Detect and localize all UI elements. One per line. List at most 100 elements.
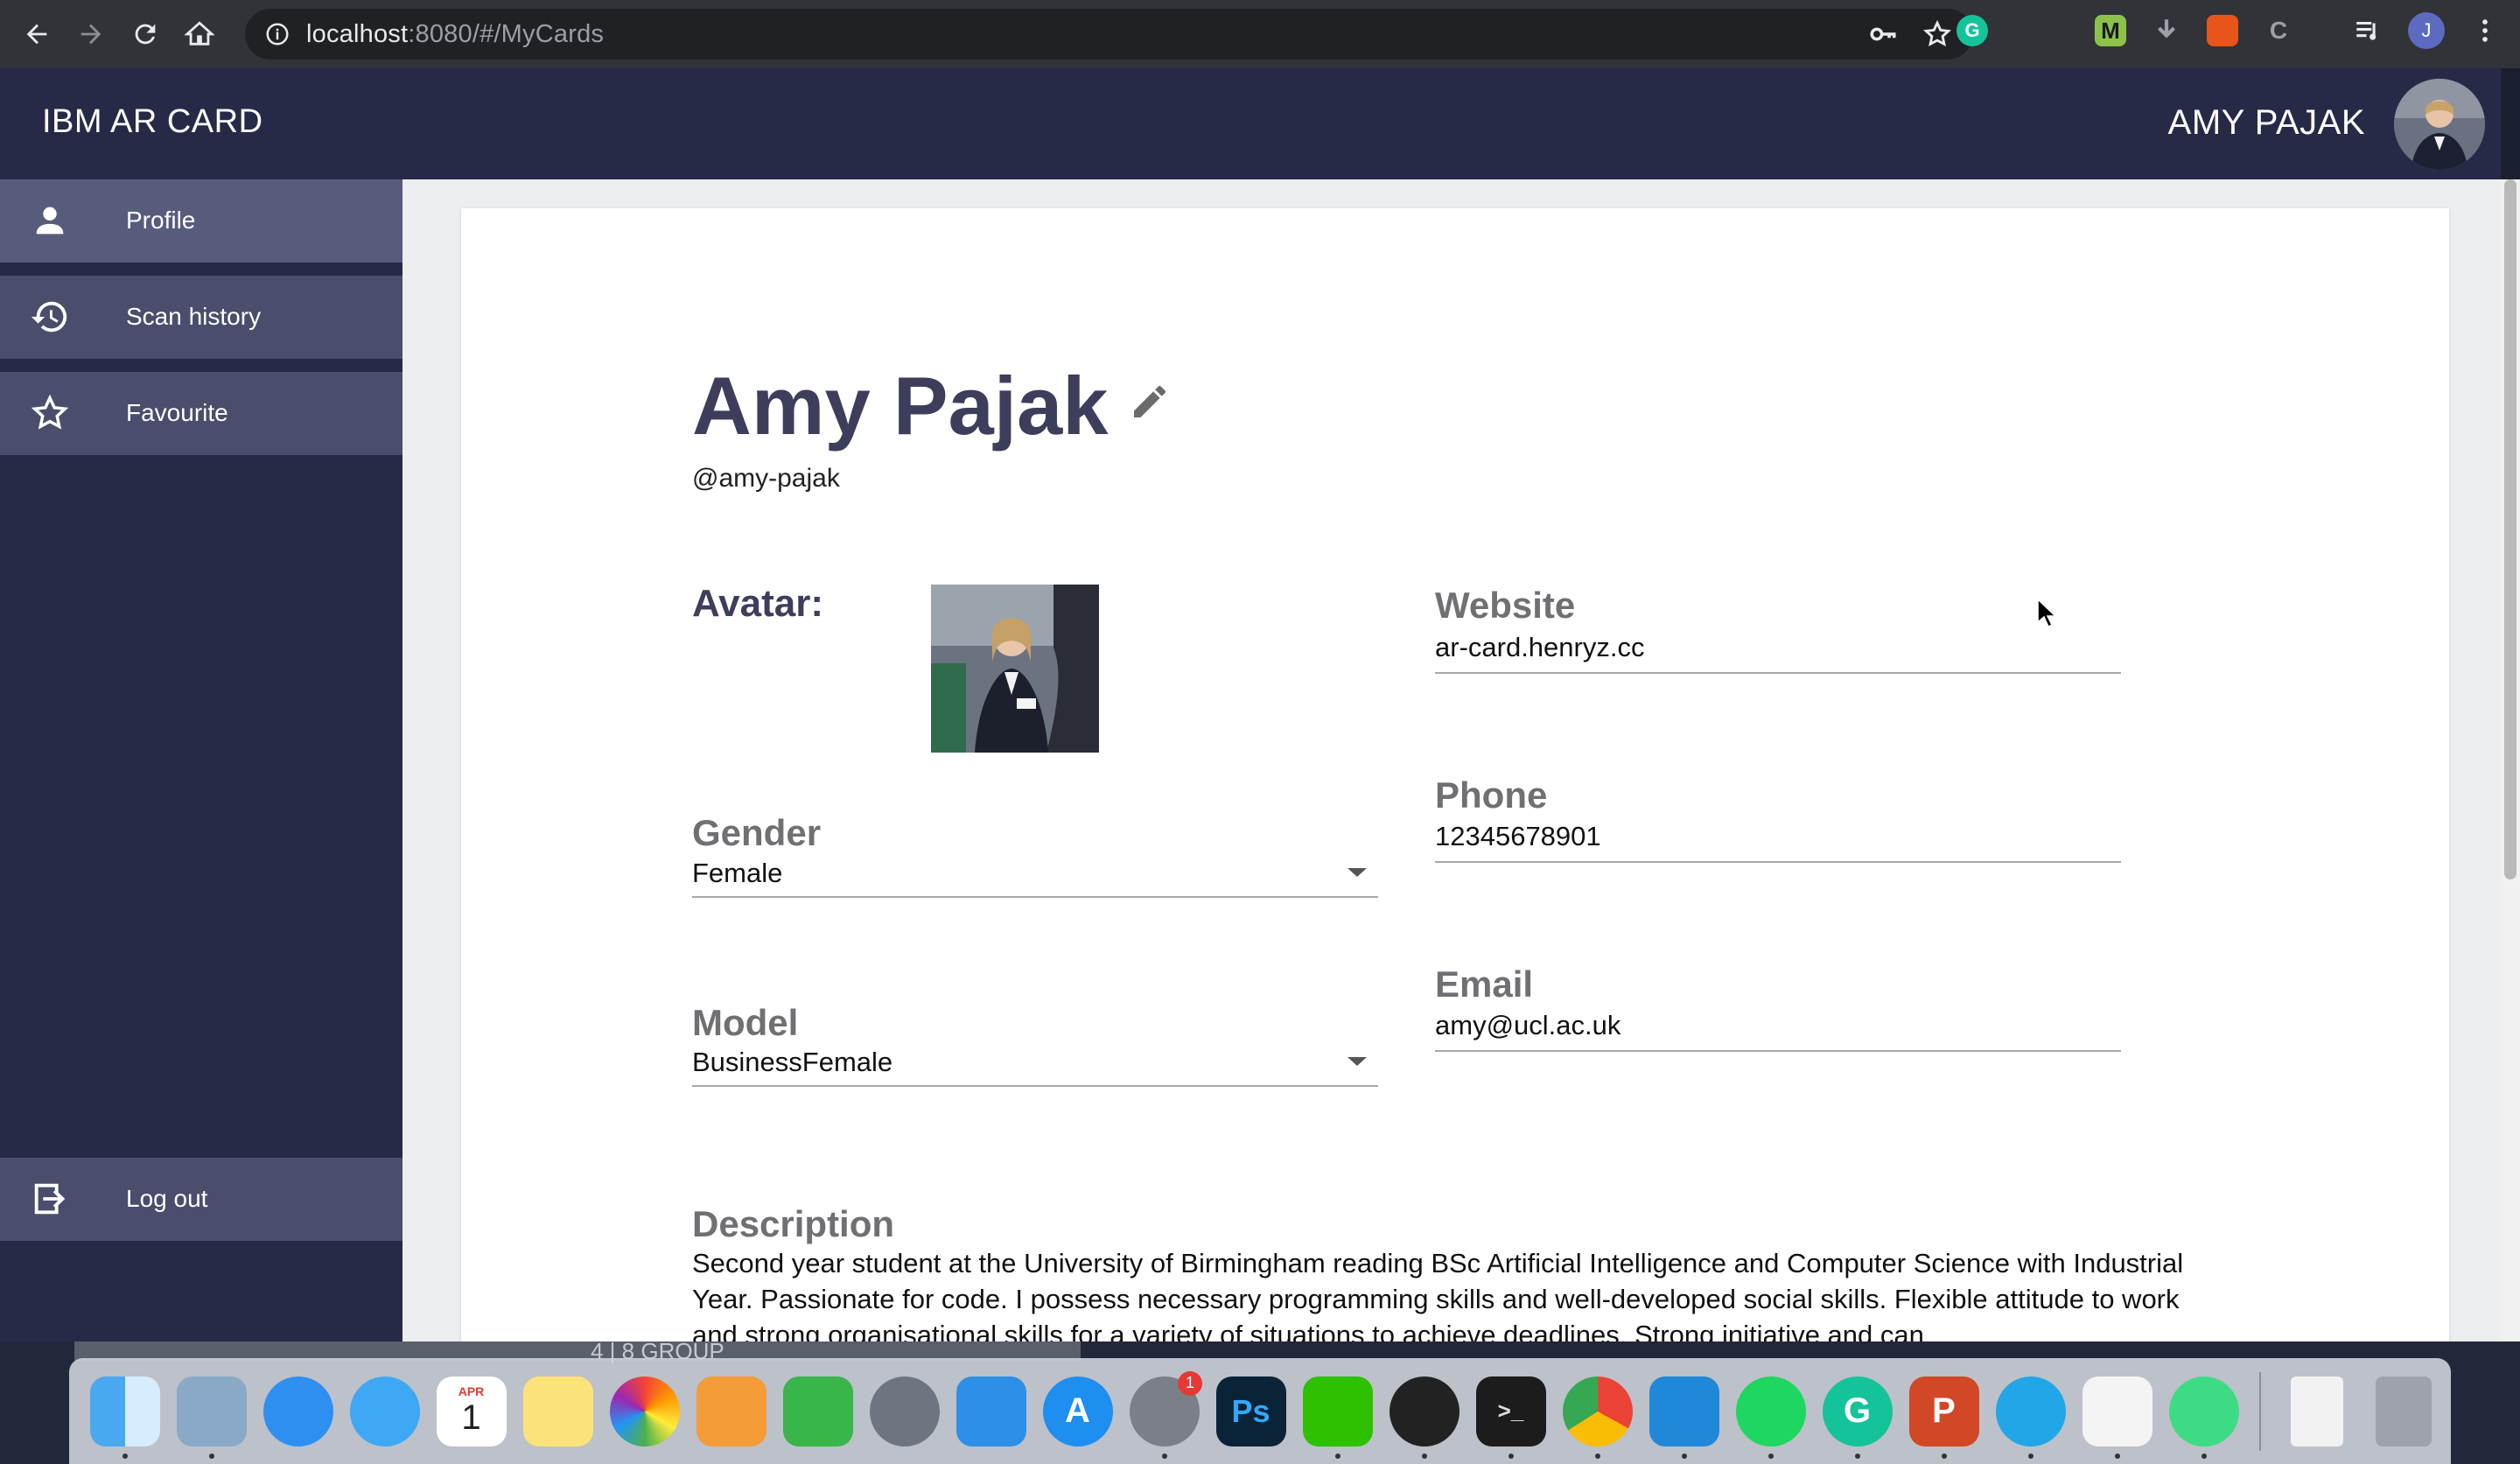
header-user-avatar[interactable]	[2394, 79, 2485, 170]
logout-label: Log out	[126, 1185, 208, 1212]
dock-calendar[interactable]: APR 1	[428, 1364, 514, 1459]
website-label: Website	[1435, 585, 1576, 626]
spotify-icon	[1735, 1376, 1806, 1446]
gender-select[interactable]: Female	[692, 858, 782, 889]
wechat-icon	[1302, 1376, 1373, 1446]
toggle-extension-icon[interactable]	[2207, 15, 2238, 46]
dock-spotify[interactable]	[1727, 1364, 1814, 1459]
dock-app-store[interactable]: A	[1034, 1364, 1121, 1459]
dock-pages[interactable]	[688, 1364, 774, 1459]
dock-safari[interactable]	[255, 1364, 341, 1459]
home-button[interactable]	[182, 17, 217, 52]
dock-keynote[interactable]	[948, 1364, 1034, 1459]
browser-profile-avatar[interactable]: J	[2408, 12, 2445, 49]
key-icon[interactable]	[1868, 19, 1898, 49]
dock-wechat[interactable]	[1294, 1364, 1381, 1459]
dock-android-studio[interactable]	[2160, 1364, 2247, 1459]
forward-button[interactable]	[74, 17, 108, 52]
description-field[interactable]: Second year student at the University of…	[692, 1245, 2197, 1341]
textedit-icon	[2082, 1376, 2152, 1446]
email-label: Email	[1435, 963, 1534, 1005]
sidebar-item-label: Scan history	[126, 303, 262, 330]
dock-preview[interactable]	[168, 1364, 255, 1459]
phone-underline	[1435, 861, 2121, 863]
dock-system-preferences[interactable]: 1	[1121, 1364, 1208, 1459]
terminal-icon: >_	[1475, 1376, 1546, 1446]
c-extension-icon[interactable]: C	[2261, 13, 2296, 48]
phone-field[interactable]: 12345678901	[1435, 821, 1601, 852]
grammarly-extension-icon[interactable]: G	[1956, 15, 1988, 46]
media-queue-icon[interactable]	[2350, 13, 2385, 48]
back-button[interactable]	[19, 17, 54, 52]
app-store-icon: A	[1042, 1376, 1113, 1446]
dock-launchpad[interactable]	[861, 1364, 948, 1459]
calendar-month: APR	[458, 1384, 485, 1398]
home-icon	[185, 21, 214, 46]
dock-chrome[interactable]	[1554, 1364, 1641, 1459]
sidebar: Profile Scan history Favourite Log out	[0, 179, 402, 1341]
model-select[interactable]: BusinessFemale	[692, 1047, 892, 1078]
avatar-label: Avatar:	[692, 582, 823, 625]
dock-finder[interactable]	[81, 1364, 168, 1459]
trash-icon	[2375, 1376, 2432, 1446]
header-user-name[interactable]: AMY PAJAK	[2168, 103, 2365, 143]
grammarly-icon: G	[1822, 1376, 1893, 1446]
scroll-thumb[interactable]	[2504, 179, 2516, 879]
dock-grammarly[interactable]: G	[1814, 1364, 1900, 1459]
dock-terminal[interactable]: >_	[1467, 1364, 1554, 1459]
info-icon[interactable]	[264, 21, 290, 47]
macos-dock: APR 1 A 1 Ps >_ G P	[69, 1358, 2451, 1464]
avatar-image[interactable]	[931, 585, 1099, 753]
dock-messages[interactable]	[341, 1364, 428, 1459]
powerpoint-icon: P	[1908, 1376, 1979, 1446]
address-bar[interactable]: localhost:8080/#/MyCards	[245, 9, 1973, 60]
safari-icon	[262, 1376, 333, 1446]
scrollbar[interactable]	[2501, 179, 2520, 1341]
app-header: IBM AR CARD AMY PAJAK	[0, 68, 2501, 179]
description-label: Description	[692, 1203, 895, 1244]
logout-button[interactable]: Log out	[0, 1158, 402, 1241]
website-field[interactable]: ar-card.henryz.cc	[1435, 632, 1644, 663]
description-clip: Second year student at the University of…	[692, 1245, 2197, 1341]
dock-numbers[interactable]	[774, 1364, 861, 1459]
calendar-icon: APR 1	[436, 1376, 507, 1446]
notes-icon	[522, 1376, 593, 1446]
avatar-photo	[931, 585, 1099, 753]
profile-name: Amy Pajak	[692, 360, 1109, 452]
edit-pencil-icon[interactable]	[1129, 381, 1171, 423]
messages-icon	[349, 1376, 420, 1446]
gender-dropdown-icon[interactable]	[1348, 868, 1367, 877]
dock-html-file[interactable]	[2273, 1364, 2360, 1459]
m-extension-icon[interactable]: M	[2095, 15, 2126, 46]
dock-powerpoint[interactable]: P	[1900, 1364, 1987, 1459]
dock-mindnode[interactable]	[1987, 1364, 2074, 1459]
dock-notes[interactable]	[514, 1364, 601, 1459]
download-extension-icon[interactable]	[2149, 13, 2184, 48]
photoshop-icon: Ps	[1215, 1376, 1286, 1446]
dock-trash[interactable]	[2360, 1364, 2446, 1459]
calendar-day: 1	[461, 1398, 481, 1437]
chrome-icon	[1562, 1376, 1633, 1446]
logout-icon	[30, 1179, 70, 1219]
model-dropdown-icon[interactable]	[1348, 1057, 1367, 1066]
sidebar-item-profile[interactable]: Profile	[0, 179, 402, 263]
dock-photoshop[interactable]: Ps	[1208, 1364, 1294, 1459]
sidebar-item-scan-history[interactable]: Scan history	[0, 276, 402, 359]
dock-textedit[interactable]	[2074, 1364, 2160, 1459]
html-file-icon	[2290, 1376, 2343, 1446]
arrow-right-icon	[80, 24, 102, 45]
model-underline	[692, 1085, 1378, 1087]
email-field[interactable]: amy@ucl.ac.uk	[1435, 1010, 1620, 1041]
main-content	[402, 179, 2501, 1341]
model-label: Model	[692, 1002, 799, 1043]
bookmark-star-icon[interactable]	[1922, 19, 1952, 49]
reload-button[interactable]	[128, 17, 163, 52]
dock-qq[interactable]	[1381, 1364, 1467, 1459]
url-path: :8080/#/MyCards	[408, 19, 605, 48]
kebab-menu-icon[interactable]	[2468, 13, 2502, 48]
dock-vscode[interactable]	[1641, 1364, 1727, 1459]
person-icon	[30, 200, 70, 241]
url-text: localhost:8080/#/MyCards	[306, 20, 604, 49]
dock-photos[interactable]	[601, 1364, 688, 1459]
sidebar-item-favourite[interactable]: Favourite	[0, 372, 402, 455]
